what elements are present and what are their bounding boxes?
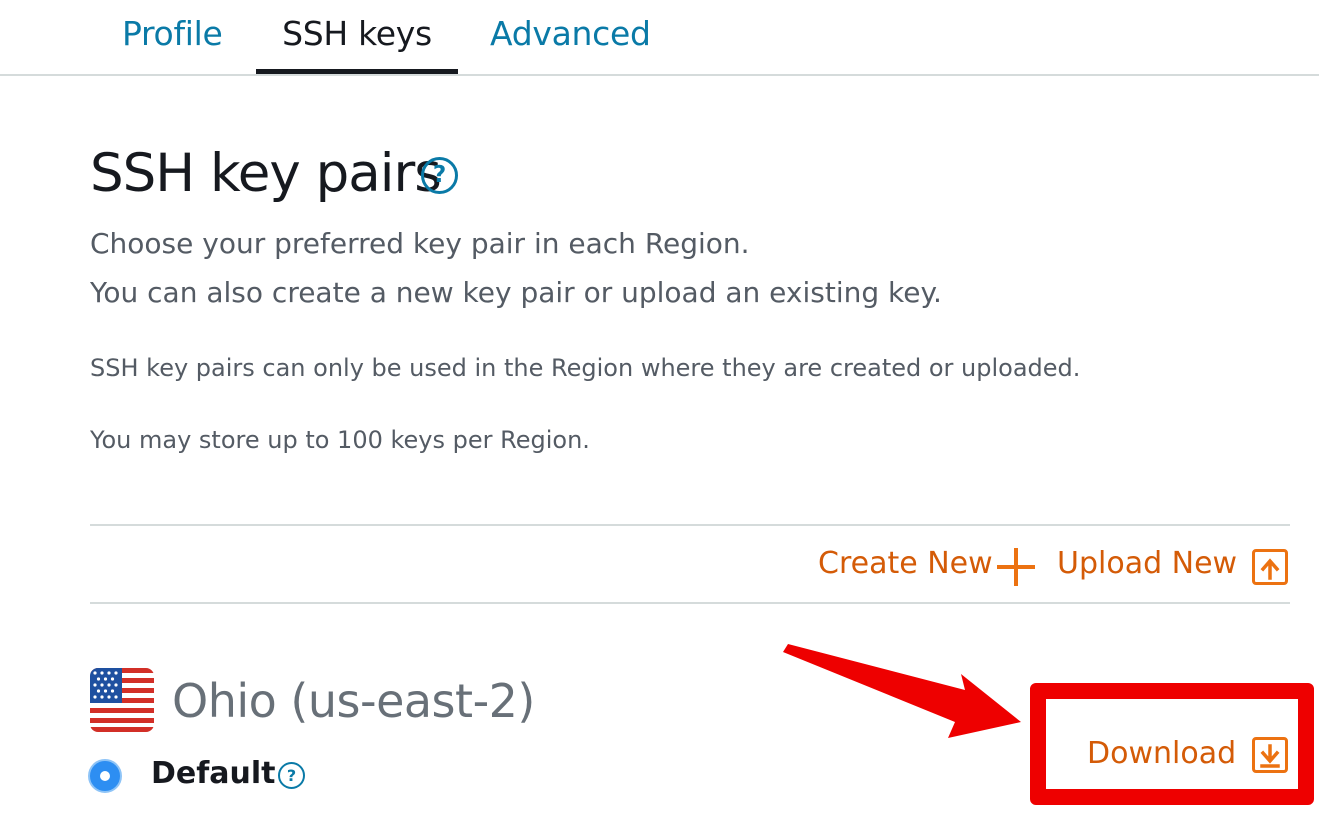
tab-profile[interactable]: Profile — [122, 14, 232, 74]
divider — [90, 524, 1290, 526]
question-circle-icon[interactable]: ? — [421, 157, 458, 194]
page-title: SSH key pairs — [90, 143, 442, 204]
key-name-label: Default — [151, 756, 276, 791]
key-limit-note: You may store up to 100 keys per Region. — [90, 426, 590, 454]
description-line-2: You can also create a new key pair or up… — [90, 276, 942, 309]
create-new-button[interactable]: Create New — [818, 546, 993, 581]
question-circle-icon[interactable]: ? — [278, 762, 305, 789]
divider — [90, 602, 1290, 604]
description-line-1: Choose your preferred key pair in each R… — [90, 227, 750, 260]
download-icon[interactable] — [1252, 737, 1288, 773]
tab-bar: Profile SSH keys Advanced — [0, 0, 1319, 76]
us-flag-icon — [90, 668, 154, 732]
upload-new-button[interactable]: Upload New — [1057, 546, 1237, 581]
tab-ssh-keys[interactable]: SSH keys — [256, 14, 458, 74]
download-button[interactable]: Download — [1087, 736, 1236, 771]
tab-advanced[interactable]: Advanced — [490, 14, 651, 74]
region-name: Ohio (us-east-2) — [172, 674, 535, 728]
region-note: SSH key pairs can only be used in the Re… — [90, 354, 1081, 382]
upload-icon[interactable] — [1252, 549, 1288, 585]
plus-icon[interactable] — [997, 548, 1035, 586]
default-key-radio[interactable] — [88, 759, 122, 793]
